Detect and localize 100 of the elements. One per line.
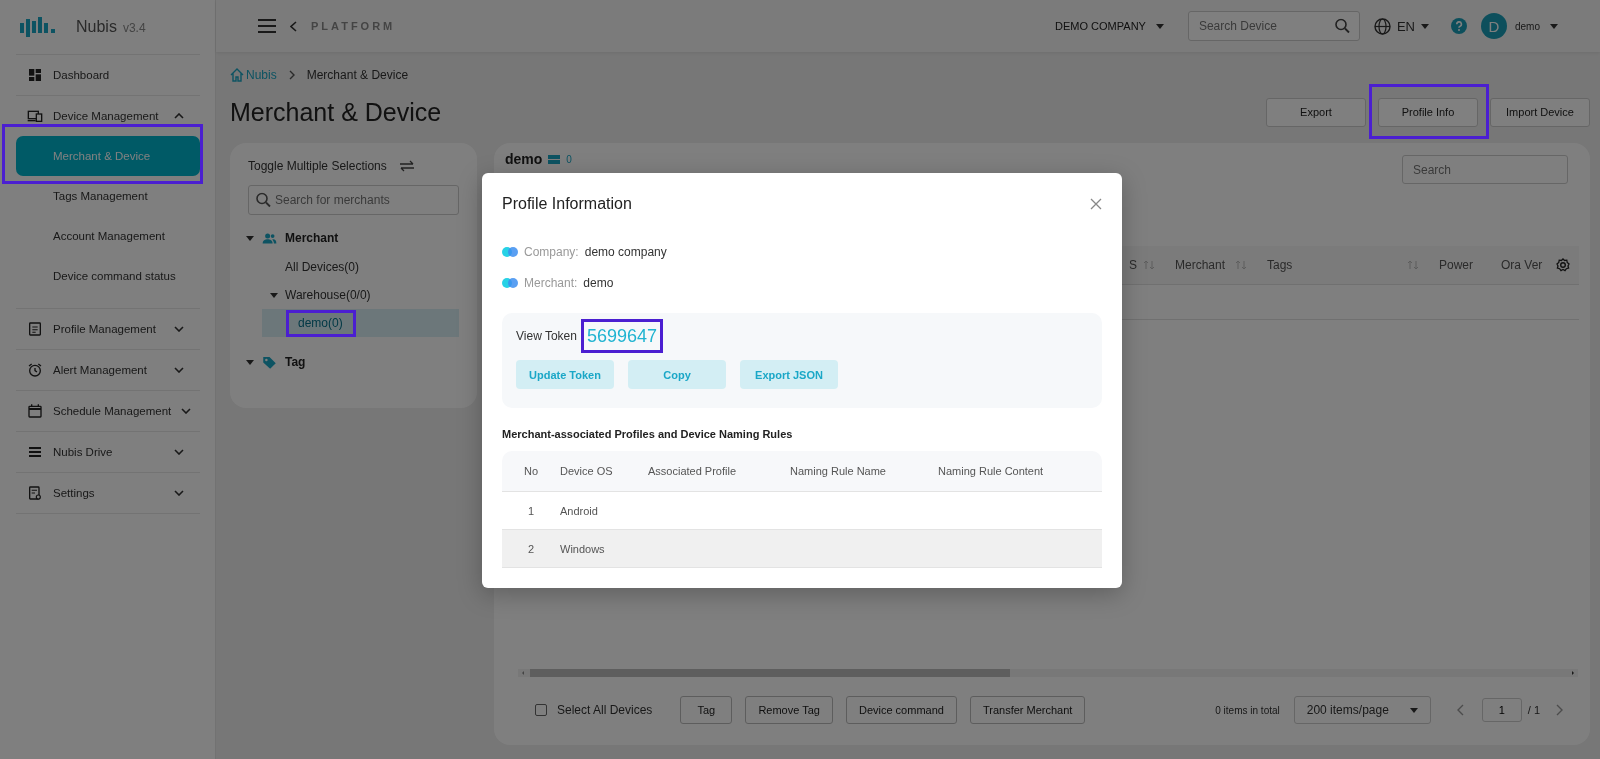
token-button[interactable]: Update Token (516, 360, 614, 389)
search-icon (256, 192, 271, 208)
chevron-down-icon (174, 326, 184, 332)
action-button[interactable]: Device command (845, 696, 957, 724)
caret-down-icon (1409, 707, 1418, 713)
table-cell-text: 2 (526, 542, 536, 555)
swap-icon[interactable] (398, 160, 415, 172)
help-icon[interactable] (1451, 18, 1467, 34)
sidebar-item[interactable]: Profile Management (16, 309, 200, 349)
table-cell-text: 1 (526, 504, 536, 517)
tree-group-label[interactable]: Tag (285, 355, 306, 369)
merchant-title: demo (505, 151, 543, 167)
column-header[interactable]: Ora Ver (1501, 258, 1543, 272)
chevron-right-icon[interactable] (1556, 704, 1563, 716)
tree-item[interactable]: demo(0) (298, 316, 343, 330)
menu-icon[interactable] (258, 19, 276, 33)
column-header[interactable]: Merchant (1175, 258, 1226, 272)
table-cell-text: Windows (560, 542, 606, 555)
chevron-up-icon (174, 113, 184, 119)
alarm-clock-icon (27, 362, 43, 378)
action-button[interactable]: Export (1266, 97, 1366, 127)
column-header: Associated Profile (648, 465, 738, 477)
column-header[interactable]: S (1129, 258, 1137, 272)
sidebar-item[interactable]: Dashboard (16, 55, 200, 95)
sidebar-item[interactable]: Nubis Drive (16, 432, 200, 472)
action-button[interactable]: Remove Tag (745, 696, 833, 724)
user-name: demo (1515, 20, 1540, 32)
search-field[interactable]: Search (1402, 155, 1568, 184)
column-header: Naming Rule Content (938, 465, 1045, 477)
calendar-icon (27, 403, 43, 419)
device-count-icon (548, 154, 561, 164)
page-count: / 1 (1527, 704, 1540, 716)
field-value: demo company (584, 245, 667, 259)
caret-down-icon (1421, 23, 1429, 29)
dot-pair-icon (502, 278, 518, 288)
toggle-label[interactable]: Toggle Multiple Selections (248, 159, 387, 173)
field-label: Company: (524, 245, 579, 259)
page-size-select[interactable]: 200 items/page (1293, 696, 1431, 724)
field-label: Merchant: (524, 276, 578, 290)
token-value: 5699647 (585, 325, 658, 348)
column-header: No (522, 465, 540, 477)
chevron-right-icon (288, 70, 295, 80)
tag-icon (262, 354, 277, 370)
dialog-title: Profile Information (502, 195, 632, 213)
table-cell-text: Android (560, 504, 599, 517)
document-icon (27, 321, 43, 337)
select-all-checkbox[interactable]: Select All Devices (535, 703, 653, 717)
list-icon (27, 444, 43, 460)
section-title: Merchant-associated Profiles and Device Naming Rules (502, 428, 794, 440)
devices-icon (27, 108, 43, 124)
column-header: Naming Rule Name (790, 465, 887, 477)
tree-group-label[interactable]: Merchant (285, 231, 339, 245)
horizontal-scrollbar[interactable] (518, 669, 1578, 677)
app-name: Nubis (76, 18, 117, 35)
document-gear-icon (27, 485, 43, 501)
sidebar-item[interactable]: Schedule Management (16, 391, 200, 431)
token-button[interactable]: Export JSON (740, 360, 838, 389)
language-selector[interactable]: EN (1373, 17, 1429, 35)
sidebar-subitem[interactable]: Device command status (16, 256, 200, 296)
search-icon (1334, 18, 1350, 34)
sidebar-item[interactable]: Device Management (16, 96, 200, 136)
action-button[interactable]: Tag (680, 696, 733, 724)
sidebar-item[interactable]: Settings (16, 473, 200, 513)
token-button[interactable]: Copy (628, 360, 726, 389)
action-button[interactable]: Import Device (1490, 97, 1590, 127)
user-menu-caret-icon (1550, 23, 1558, 29)
field-value: demo (583, 276, 614, 290)
column-header: Device OS (560, 465, 614, 477)
caret-down-icon (1155, 23, 1164, 29)
chevron-down-icon (174, 367, 184, 373)
action-button[interactable]: Profile Info (1378, 97, 1478, 127)
sidebar-subitem[interactable]: Account Management (16, 216, 200, 256)
chevron-down-icon (174, 449, 184, 455)
page-title: Merchant & Device (230, 97, 443, 127)
column-header[interactable]: Power (1439, 258, 1473, 272)
search-field[interactable]: Search for merchants (248, 185, 459, 215)
globe-icon (1373, 17, 1391, 35)
chevron-left-icon[interactable] (290, 20, 297, 32)
company-selector[interactable]: DEMO COMPANY (1055, 20, 1164, 32)
chevron-down-icon (174, 490, 184, 496)
dashboard-icon (27, 67, 43, 83)
version-label: v3.4 (122, 21, 146, 35)
page-input[interactable]: 1 (1481, 698, 1522, 722)
tree-item[interactable]: All Devices(0) (285, 260, 359, 274)
items-total: 0 items in total (1215, 704, 1280, 716)
dot-pair-icon (502, 247, 518, 257)
column-header[interactable]: Tags (1267, 258, 1293, 272)
settings-icon[interactable] (1556, 258, 1570, 272)
close-icon[interactable] (1090, 198, 1102, 210)
tree-item[interactable]: Warehouse(0/0) (285, 288, 371, 302)
home-icon (230, 68, 244, 82)
breadcrumb-current: Merchant & Device (306, 68, 409, 82)
chevron-left-icon[interactable] (1456, 704, 1464, 716)
user-avatar[interactable]: D (1481, 13, 1507, 39)
action-button[interactable]: Transfer Merchant (969, 696, 1086, 724)
sidebar-item[interactable]: Alert Management (16, 350, 200, 390)
search-field[interactable]: Search Device (1187, 11, 1360, 41)
logo-icon (20, 17, 56, 37)
device-count: 0 (566, 153, 572, 165)
table-row[interactable]: 2 Windows (502, 530, 1102, 568)
